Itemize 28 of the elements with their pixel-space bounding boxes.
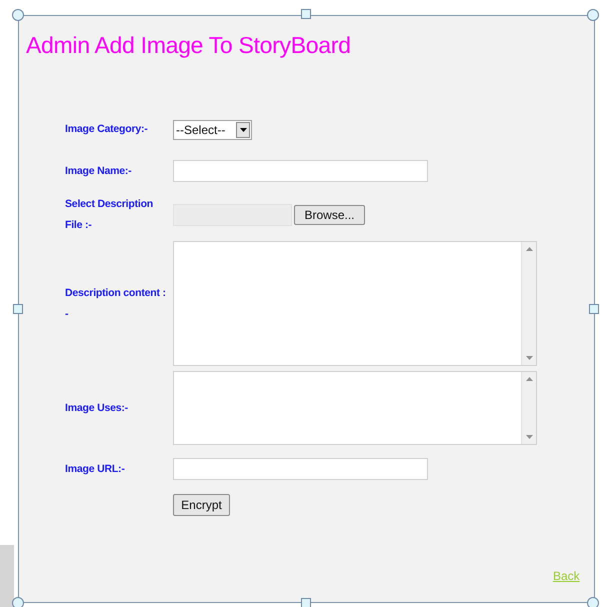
text-field[interactable] (173, 458, 428, 480)
field-label: Select Description File :- (65, 197, 154, 233)
page-title: Admin Add Image To StoryBoard (26, 31, 351, 60)
browse-button[interactable]: Browse... (294, 205, 365, 225)
scrollbar[interactable] (521, 372, 536, 444)
field-label: Image Uses:- (65, 400, 129, 416)
text-field[interactable] (173, 160, 428, 182)
scroll-up-icon[interactable] (526, 377, 532, 381)
field-label: Image Category:- (65, 122, 149, 137)
category-dropdown[interactable]: --Select-- (173, 120, 252, 140)
field-label: Description content : - (65, 286, 167, 322)
resize-handle[interactable] (12, 9, 24, 21)
resize-handle[interactable] (587, 9, 599, 21)
scrollbar[interactable] (521, 242, 536, 365)
text-area[interactable] (173, 241, 537, 366)
resize-handle[interactable] (589, 304, 599, 314)
scroll-up-icon[interactable] (526, 247, 532, 251)
field-label: Image Name:- (65, 164, 132, 178)
resize-handle[interactable] (587, 597, 599, 607)
scroll-down-icon[interactable] (526, 435, 532, 439)
text-area[interactable] (173, 371, 537, 445)
resize-handle[interactable] (13, 304, 23, 314)
resize-handle[interactable] (301, 598, 311, 607)
field-label: Image URL:- (65, 462, 126, 476)
background-shape (0, 545, 14, 607)
encrypt-button[interactable]: Encrypt (173, 494, 230, 516)
scroll-down-icon[interactable] (526, 356, 532, 360)
resize-handle[interactable] (301, 9, 311, 19)
